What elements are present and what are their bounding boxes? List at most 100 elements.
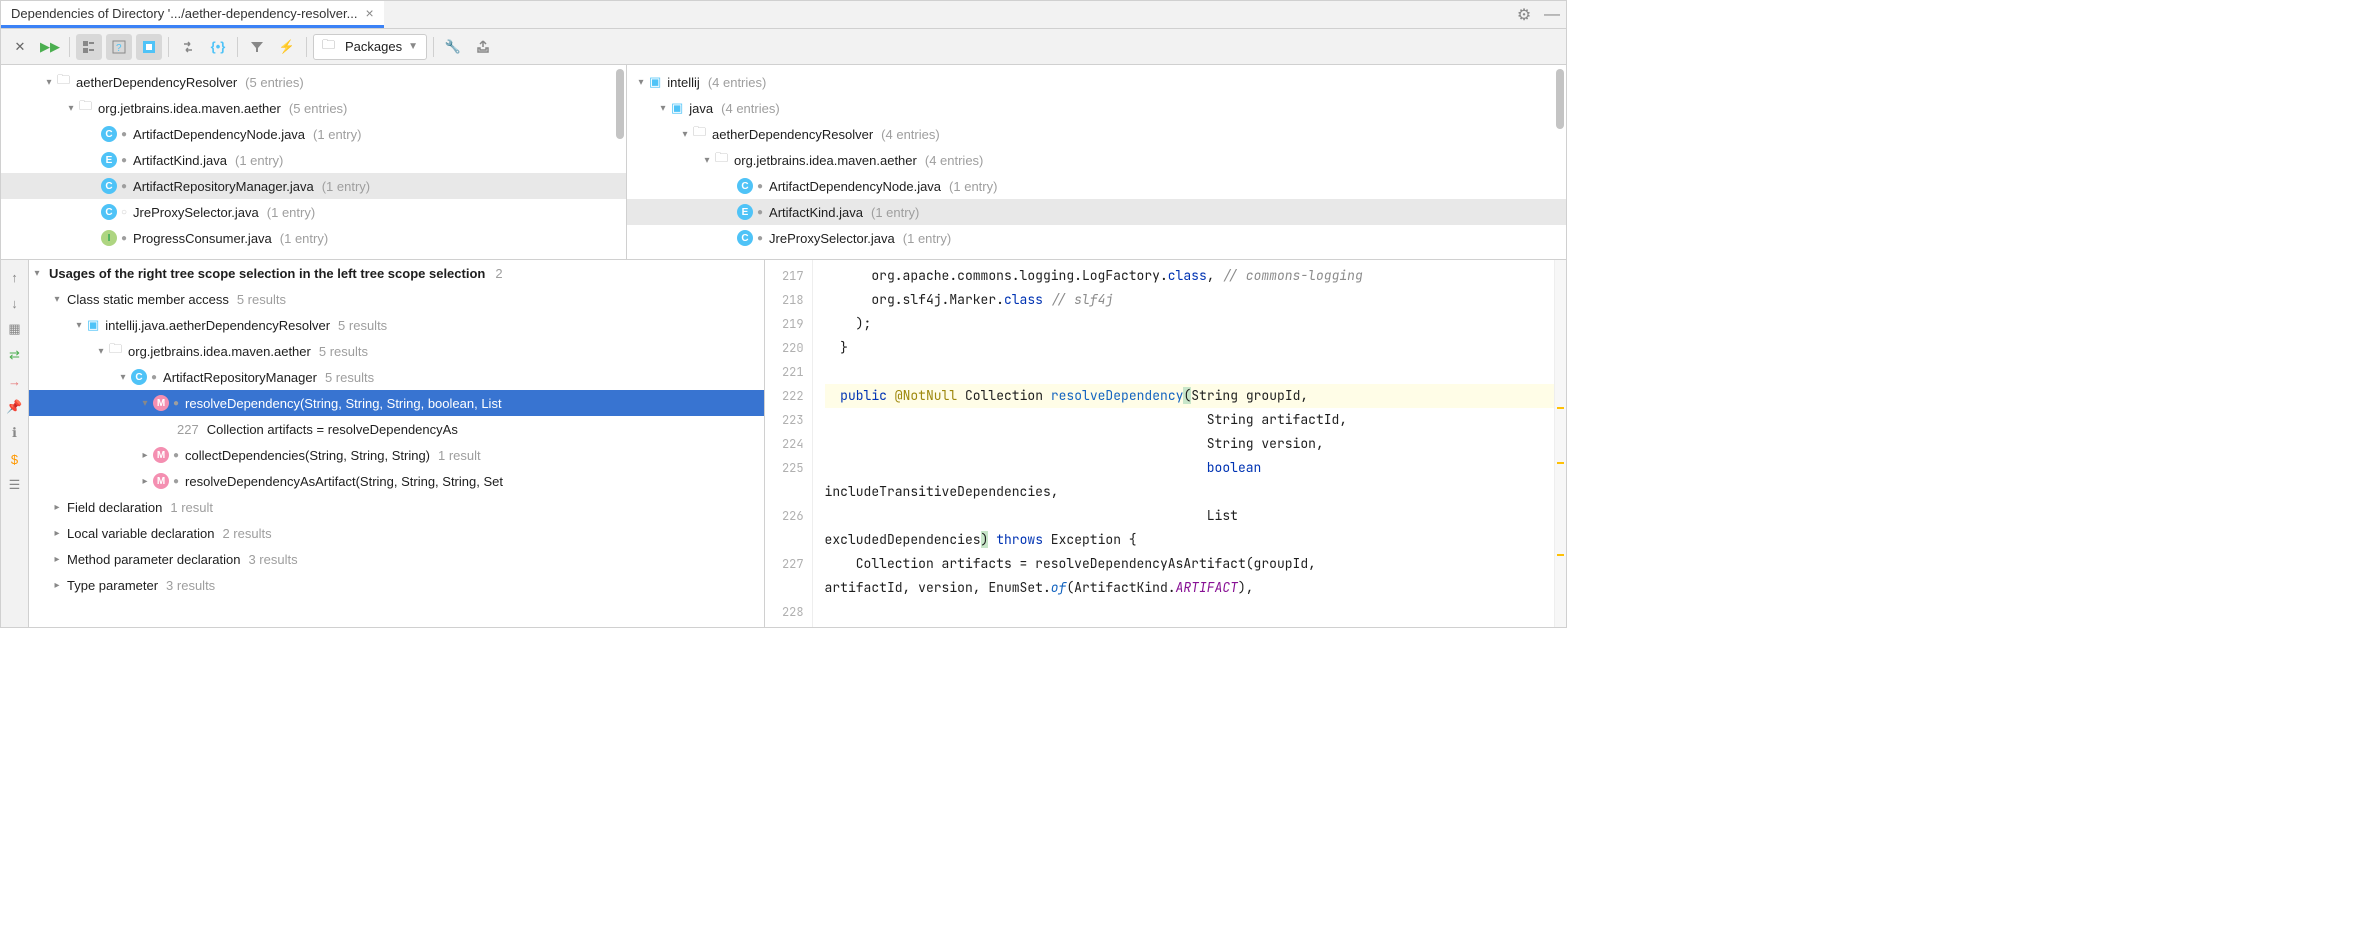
c-badge-icon: C <box>737 178 753 194</box>
tree-row[interactable]: ▸M●collectDependencies(String, String, S… <box>29 442 764 468</box>
tree-row[interactable]: ▾🗀org.jetbrains.idea.maven.aether(4 entr… <box>627 147 1566 173</box>
lock-icon: ● <box>173 476 179 487</box>
tree-label: ArtifactRepositoryManager.java <box>133 179 314 194</box>
tree-row[interactable]: ▸Local variable declaration2 results <box>29 520 764 546</box>
source-editor[interactable]: 217218219220221222223224225226227228 org… <box>765 260 1566 627</box>
folder-icon: 🗀 <box>79 97 92 119</box>
close-icon[interactable]: ✕ <box>7 34 33 60</box>
tree-row[interactable]: C●ArtifactDependencyNode.java(1 entry) <box>1 121 626 147</box>
scrollbar[interactable] <box>1556 69 1564 255</box>
braces-icon[interactable]: {•} <box>205 34 231 60</box>
tab-active[interactable]: Dependencies of Directory '.../aether-de… <box>1 1 384 28</box>
usages-header[interactable]: ▾ Usages of the right tree scope selecti… <box>29 260 764 286</box>
layout-icon[interactable]: ▦ <box>4 318 26 340</box>
tree-suffix: (4 entries) <box>708 75 767 90</box>
tree-row[interactable]: C●ArtifactRepositoryManager.java(1 entry… <box>1 173 626 199</box>
tree-label: Collection artifacts = resolveDependency… <box>207 422 458 437</box>
expand-arrow-icon[interactable]: ▸ <box>49 554 65 565</box>
tree-row[interactable]: C○JreProxySelector.java(1 entry) <box>1 199 626 225</box>
tree-row[interactable]: ▾🗀aetherDependencyResolver(4 entries) <box>627 121 1566 147</box>
minimize-icon[interactable]: — <box>1538 6 1566 24</box>
folder-icon: 🗀 <box>57 71 70 93</box>
expand-arrow-icon[interactable]: ▸ <box>137 476 153 487</box>
scrollbar[interactable] <box>616 69 624 255</box>
dollar-icon[interactable]: $ <box>4 448 26 470</box>
expand-arrow-icon[interactable]: ▾ <box>93 346 109 357</box>
tree-row[interactable]: ▸M●resolveDependencyAsArtifact(String, S… <box>29 468 764 494</box>
c-badge-icon: C <box>101 204 117 220</box>
usage-toolbar: ↑ ↓ ▦ ⇄ → 📌 ℹ $ ☰ <box>1 260 29 627</box>
left-scope-tree: ▾🗀aetherDependencyResolver(5 entries)▾🗀o… <box>1 65 627 260</box>
next-icon[interactable]: ↓ <box>4 292 26 314</box>
tree-label: intellij.java.aetherDependencyResolver <box>105 318 330 333</box>
expand-arrow-icon[interactable]: ▾ <box>71 320 87 331</box>
tree-row[interactable]: ▾🗀org.jetbrains.idea.maven.aether5 resul… <box>29 338 764 364</box>
expand-arrow-icon[interactable]: ▾ <box>115 372 131 383</box>
tree-row[interactable]: E●ArtifactKind.java(1 entry) <box>1 147 626 173</box>
gear-icon[interactable]: ⚙ <box>1510 5 1538 25</box>
tree-suffix: 1 result <box>170 500 213 515</box>
e-badge-icon: E <box>737 204 753 220</box>
expand-arrow-icon[interactable]: ▸ <box>49 580 65 591</box>
settings-icon[interactable]: ☰ <box>4 474 26 496</box>
scrollbar[interactable] <box>1554 260 1566 627</box>
tree-suffix: (1 entry) <box>903 231 951 246</box>
expand-arrow-icon[interactable]: ▾ <box>655 103 671 114</box>
wrench-icon[interactable]: 🔧 <box>440 34 466 60</box>
editor-code[interactable]: org.apache.commons.logging.LogFactory.cl… <box>813 260 1554 627</box>
help-icon[interactable]: ? <box>106 34 132 60</box>
tree-row[interactable]: I●ProgressConsumer.java(1 entry) <box>1 225 626 251</box>
expand-arrow-icon[interactable]: ▾ <box>137 398 153 409</box>
tree-row[interactable]: ▸Method parameter declaration3 results <box>29 546 764 572</box>
usages-count: 2 <box>495 266 502 281</box>
tree-suffix: (1 entry) <box>235 153 283 168</box>
close-icon[interactable]: × <box>365 5 373 21</box>
swap-icon[interactable] <box>175 34 201 60</box>
tree-row[interactable]: ▾C●ArtifactRepositoryManager5 results <box>29 364 764 390</box>
pin-icon[interactable]: 📌 <box>4 396 26 418</box>
tree-label: org.jetbrains.idea.maven.aether <box>98 101 281 116</box>
tree-row[interactable]: ▸Field declaration1 result <box>29 494 764 520</box>
expand-arrow-icon[interactable]: ▾ <box>63 103 79 114</box>
export-icon[interactable] <box>470 34 496 60</box>
tree-row[interactable]: ▾Class static member access5 results <box>29 286 764 312</box>
bolt-icon[interactable]: ⚡ <box>274 34 300 60</box>
tree-row[interactable]: ▾▣java(4 entries) <box>627 95 1566 121</box>
tree-row[interactable]: C●JreProxySelector.java(1 entry) <box>627 225 1566 251</box>
tree-suffix: (1 entry) <box>280 231 328 246</box>
expand-arrow-icon[interactable]: ▾ <box>633 77 649 88</box>
lock-icon: ● <box>151 372 157 383</box>
chevron-down-icon: ▼ <box>408 41 418 52</box>
prev-icon[interactable]: ↑ <box>4 266 26 288</box>
expand-arrow-icon[interactable]: ▾ <box>49 294 65 305</box>
tab-bar: Dependencies of Directory '.../aether-de… <box>1 1 1566 29</box>
tree-label: collectDependencies(String, String, Stri… <box>185 448 430 463</box>
tree-row[interactable]: C●ArtifactDependencyNode.java(1 entry) <box>627 173 1566 199</box>
tree-row[interactable]: 227Collection artifacts = resolveDepende… <box>29 416 764 442</box>
group-by-dropdown[interactable]: 🗀 Packages ▼ <box>313 34 427 60</box>
expand-arrow-icon[interactable]: ▸ <box>49 528 65 539</box>
remove-icon[interactable]: → <box>4 370 26 392</box>
expand-arrow-icon[interactable]: ▸ <box>49 502 65 513</box>
right-scope-tree: ▾▣intellij(4 entries)▾▣java(4 entries)▾🗀… <box>627 65 1566 260</box>
tree-row[interactable]: ▾🗀aetherDependencyResolver(5 entries) <box>1 69 626 95</box>
tree-suffix: 5 results <box>325 370 374 385</box>
tree-row[interactable]: E●ArtifactKind.java(1 entry) <box>627 199 1566 225</box>
expand-arrow-icon[interactable]: ▾ <box>41 77 57 88</box>
tree-row[interactable]: ▾▣ intellij.java.aetherDependencyResolver… <box>29 312 764 338</box>
module-icon: ▣ <box>87 317 99 333</box>
tree-row[interactable]: ▾▣intellij(4 entries) <box>627 69 1566 95</box>
filter-icon[interactable] <box>244 34 270 60</box>
tree-row[interactable]: ▾M●resolveDependency(String, String, Str… <box>29 390 764 416</box>
tree-row[interactable]: ▸Type parameter3 results <box>29 572 764 598</box>
tree-suffix: (5 entries) <box>245 75 304 90</box>
expand-arrow-icon[interactable]: ▾ <box>677 129 693 140</box>
rerun-icon[interactable]: ▶▶ <box>37 34 63 60</box>
expand-arrow-icon[interactable]: ▸ <box>137 450 153 461</box>
expand-arrow-icon[interactable]: ▾ <box>699 155 715 166</box>
diff-icon[interactable]: ⇄ <box>4 344 26 366</box>
tree-row[interactable]: ▾🗀org.jetbrains.idea.maven.aether(5 entr… <box>1 95 626 121</box>
info-icon[interactable]: ℹ <box>4 422 26 444</box>
flatten-icon[interactable] <box>76 34 102 60</box>
target-icon[interactable] <box>136 34 162 60</box>
